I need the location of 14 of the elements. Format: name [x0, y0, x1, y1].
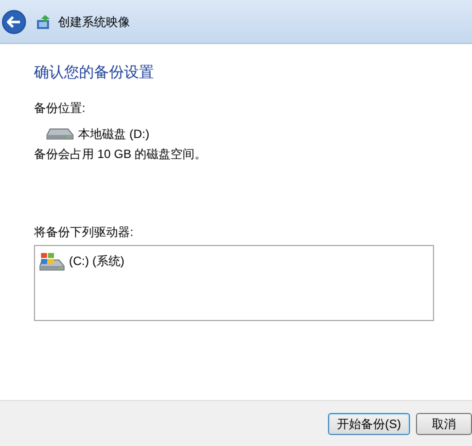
drive-name: 本地磁盘 (D:) — [78, 126, 150, 142]
page-heading: 确认您的备份设置 — [34, 63, 155, 83]
windows-drive-icon — [39, 252, 65, 272]
drive-name: (C:) (系统) — [69, 252, 124, 270]
location-label: 备份位置: — [34, 100, 86, 116]
drives-label: 将备份下列驱动器: — [34, 224, 134, 240]
window-title: 创建系统映像 — [58, 14, 130, 30]
drive-icon — [46, 126, 74, 140]
back-arrow-icon — [7, 16, 21, 28]
backup-icon — [36, 14, 52, 30]
usage-text: 备份会占用 10 GB 的磁盘空间。 — [34, 146, 208, 162]
cancel-button[interactable]: 取消 — [416, 412, 472, 434]
back-button[interactable] — [2, 10, 26, 34]
start-backup-button[interactable]: 开始备份(S) — [328, 412, 410, 434]
